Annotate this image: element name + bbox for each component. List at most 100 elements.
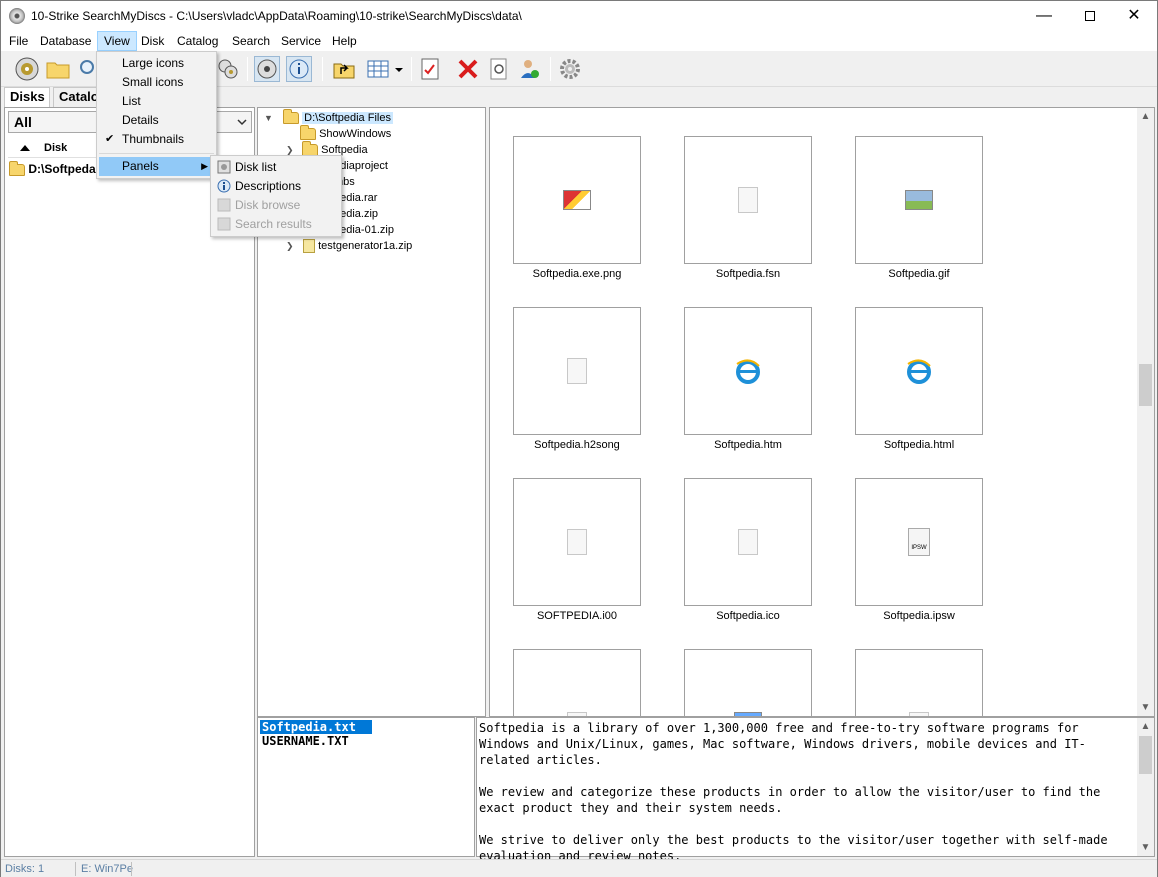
menu-help[interactable]: Help bbox=[326, 31, 363, 51]
menu-large-icons[interactable]: Large icons bbox=[99, 54, 214, 73]
menu-item-label: Descriptions bbox=[235, 179, 302, 193]
scrollbar-thumb[interactable] bbox=[1139, 364, 1152, 407]
submenu-arrow-icon: ▶ bbox=[201, 161, 208, 171]
ipsw-badge-label: IPSW bbox=[911, 545, 927, 551]
thumbnail-label: Softpedia.html bbox=[883, 439, 955, 451]
menu-small-icons[interactable]: Small icons bbox=[99, 73, 214, 92]
settings-button[interactable] bbox=[557, 56, 583, 82]
toolbar-separator bbox=[247, 57, 248, 81]
disc-app-icon bbox=[9, 8, 25, 24]
up-folder-button[interactable] bbox=[331, 56, 357, 82]
scroll-down-icon[interactable]: ▼ bbox=[1137, 839, 1154, 856]
thumbnail-item[interactable] bbox=[513, 478, 641, 606]
info-button[interactable] bbox=[286, 56, 312, 82]
thumbnail-item[interactable] bbox=[684, 649, 812, 716]
view-mode-dropdown[interactable] bbox=[393, 56, 405, 82]
view-mode-button[interactable] bbox=[365, 56, 391, 82]
toolbar-separator bbox=[550, 57, 551, 81]
toolbar-separator bbox=[322, 57, 323, 81]
thumbnail-item[interactable] bbox=[855, 649, 983, 716]
disk-name: D:\Softpeda bbox=[28, 162, 96, 176]
menu-database[interactable]: Database bbox=[34, 31, 97, 51]
scrollbar-thumb[interactable] bbox=[1139, 736, 1152, 774]
scroll-up-icon[interactable]: ▲ bbox=[1137, 108, 1154, 125]
preview-button[interactable] bbox=[486, 56, 512, 82]
menu-catalog[interactable]: Catalog bbox=[171, 31, 224, 51]
description-file-item[interactable]: Softpedia.txt bbox=[260, 720, 372, 734]
disk-filter-value: All bbox=[14, 114, 32, 130]
add-disk-button[interactable] bbox=[14, 56, 40, 82]
minimize-button[interactable]: — bbox=[1021, 1, 1067, 31]
folder-icon bbox=[300, 125, 316, 141]
menu-item-label: Panels bbox=[122, 159, 159, 173]
thumbnail-label: Softpedia.ico bbox=[716, 610, 780, 622]
checkmark-icon: ✔ bbox=[105, 133, 115, 145]
menu-descriptions[interactable]: Descriptions bbox=[213, 177, 339, 196]
maximize-button[interactable] bbox=[1067, 1, 1113, 31]
thumbnail-item[interactable] bbox=[684, 136, 812, 264]
users-button[interactable] bbox=[517, 56, 543, 82]
window-title: 10-Strike SearchMyDiscs - C:\Users\vladc… bbox=[31, 9, 522, 23]
thumbnail-label: Softpedia.ipsw bbox=[883, 610, 955, 622]
menu-file[interactable]: File bbox=[3, 31, 34, 51]
thumbnail-item[interactable] bbox=[513, 307, 641, 435]
gear-icon bbox=[560, 59, 580, 79]
thumbnail-item[interactable] bbox=[855, 307, 983, 435]
thumbnail-label: Softpedia.exe.png bbox=[532, 268, 622, 280]
folder-up-icon bbox=[333, 63, 355, 79]
menu-item-label: List bbox=[122, 94, 141, 108]
menu-bar: File Database View Disk Catalog Search S… bbox=[1, 31, 1157, 51]
description-scrollbar[interactable]: ▲ ▼ bbox=[1137, 718, 1154, 856]
close-button[interactable]: ✕ bbox=[1111, 1, 1157, 31]
image-icon bbox=[563, 190, 591, 210]
folder-icon bbox=[46, 62, 70, 79]
disk-list-item[interactable]: D:\Softpeda bbox=[9, 160, 96, 178]
tree-node-root[interactable]: ▼ D:\Softpedia Files bbox=[264, 109, 393, 126]
thumbnail-item[interactable] bbox=[855, 136, 983, 264]
menu-item-label: Disk list bbox=[235, 160, 277, 174]
menu-separator bbox=[99, 153, 214, 154]
tree-node[interactable]: ShowWindows bbox=[300, 125, 391, 142]
tree-node[interactable]: ❯ testgenerator1a.zip bbox=[286, 238, 412, 254]
toolbar-separator bbox=[411, 57, 412, 81]
disk-browse-button[interactable] bbox=[254, 56, 280, 82]
zip-file-icon bbox=[303, 239, 316, 254]
menu-list[interactable]: List bbox=[99, 92, 214, 111]
description-file-item[interactable]: USERNAME.TXT bbox=[260, 734, 351, 748]
thumbnail-item[interactable]: IPSW bbox=[855, 478, 983, 606]
menu-view[interactable]: View bbox=[97, 31, 137, 51]
menu-disk[interactable]: Disk bbox=[135, 31, 170, 51]
add-folder-button[interactable] bbox=[45, 56, 71, 82]
thumbnail-label: Softpedia.htm bbox=[714, 439, 782, 451]
folder-icon bbox=[9, 160, 25, 176]
menu-thumbnails[interactable]: ✔ Thumbnails bbox=[99, 130, 214, 149]
delete-button[interactable] bbox=[455, 56, 481, 82]
column-disk: Disk bbox=[44, 142, 68, 154]
ipsw-icon: IPSW bbox=[908, 528, 930, 556]
view-menu-dropdown: Large icons Small icons List Details ✔ T… bbox=[96, 51, 217, 179]
document-icon bbox=[738, 187, 758, 213]
thumbnail-item[interactable] bbox=[684, 307, 812, 435]
status-bar: Disks: 1 E: Win7Pe bbox=[1, 859, 1157, 877]
menu-disk-list[interactable]: Disk list bbox=[213, 158, 339, 177]
menu-service[interactable]: Service bbox=[275, 31, 327, 51]
menu-item-label: Thumbnails bbox=[122, 132, 185, 146]
thumbnail-item[interactable] bbox=[513, 136, 641, 264]
tree-node[interactable]: pedia-01.zip bbox=[334, 222, 394, 238]
menu-details[interactable]: Details bbox=[99, 111, 214, 130]
folder-icon bbox=[283, 109, 300, 125]
app-window: 10-Strike SearchMyDiscs - C:\Users\vladc… bbox=[0, 0, 1158, 877]
menu-search[interactable]: Search bbox=[226, 31, 276, 51]
thumbnail-item[interactable] bbox=[684, 478, 812, 606]
tab-disks[interactable]: Disks bbox=[4, 87, 50, 107]
check-button[interactable] bbox=[417, 56, 443, 82]
scroll-up-icon[interactable]: ▲ bbox=[1137, 718, 1154, 735]
thumbnail-scrollbar[interactable]: ▲ ▼ bbox=[1137, 108, 1154, 716]
thumbnail-item[interactable] bbox=[513, 649, 641, 716]
scroll-down-icon[interactable]: ▼ bbox=[1137, 699, 1154, 716]
sort-up-icon bbox=[20, 145, 30, 151]
document-search-icon bbox=[490, 58, 507, 80]
discs-button[interactable] bbox=[215, 56, 241, 82]
menu-panels[interactable]: Panels ▶ bbox=[99, 157, 214, 176]
tab-catalog[interactable]: Catalo bbox=[53, 87, 99, 107]
